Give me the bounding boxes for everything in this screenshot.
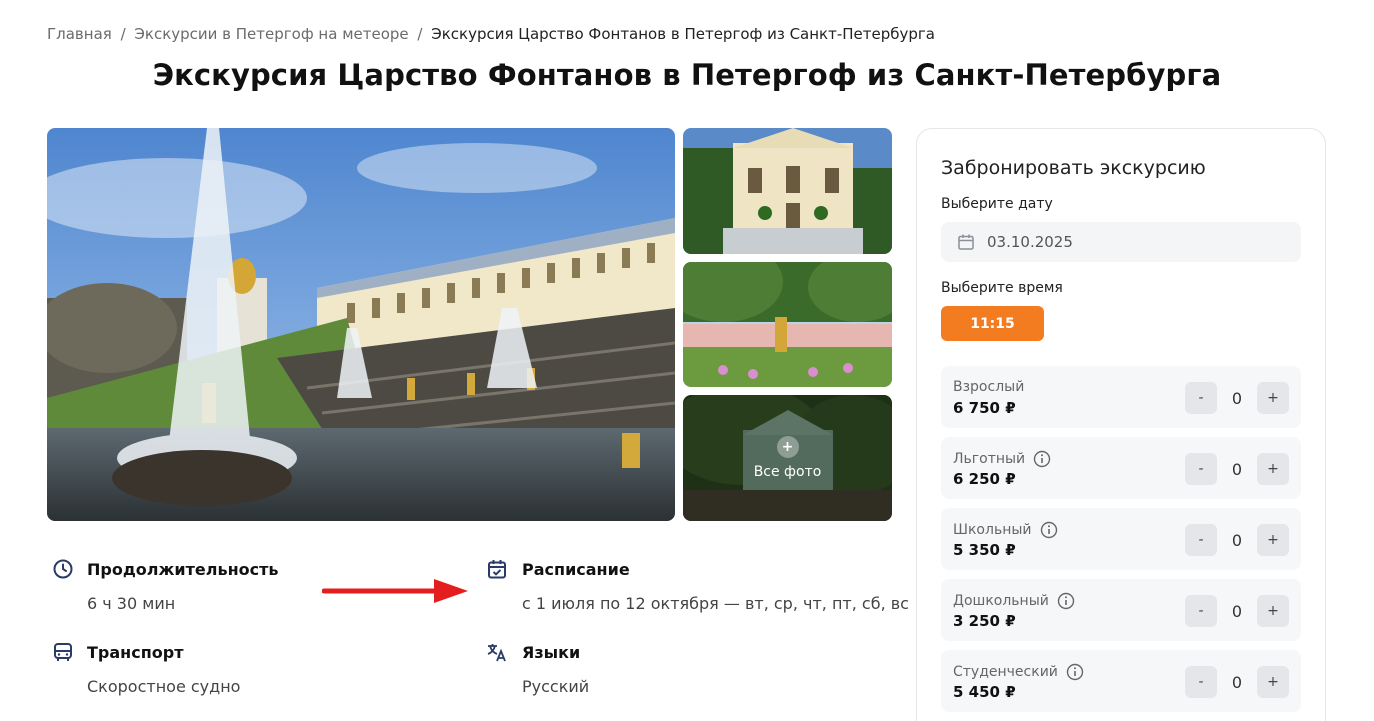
all-photos-overlay: + Все фото: [683, 395, 892, 521]
quantity-stepper: - 0 +: [1185, 453, 1289, 485]
schedule-title: Расписание: [522, 560, 630, 579]
booking-title: Забронировать экскурсию: [941, 157, 1206, 179]
ticket-price: 6 750 ₽: [953, 399, 1016, 417]
ticket-name: Студенческий: [953, 664, 1058, 680]
decrement-button[interactable]: -: [1185, 524, 1217, 556]
ticket-price: 5 450 ₽: [953, 683, 1016, 701]
languages-title: Языки: [522, 643, 581, 662]
gallery-main-photo[interactable]: [47, 128, 675, 521]
gallery-thumbnail[interactable]: [683, 128, 892, 254]
ticket-name: Взрослый: [953, 379, 1025, 395]
transport-title: Транспорт: [87, 643, 184, 662]
date-value: 03.10.2025: [987, 233, 1073, 251]
translate-icon: [487, 644, 506, 662]
bus-icon: [54, 643, 72, 661]
quantity-value: 0: [1231, 388, 1243, 408]
increment-button[interactable]: +: [1257, 382, 1289, 414]
breadcrumb: Главная / Экскурсии в Петергоф на метеор…: [47, 25, 935, 43]
decrement-button[interactable]: -: [1185, 453, 1217, 485]
transport-value: Скоростное судно: [87, 677, 241, 696]
gallery-thumbnail[interactable]: [683, 262, 892, 387]
info-icon[interactable]: [1033, 450, 1051, 468]
quantity-stepper: - 0 +: [1185, 524, 1289, 556]
ticket-price: 3 250 ₽: [953, 612, 1016, 630]
breadcrumb-separator: /: [120, 25, 126, 43]
time-slot-button[interactable]: 11:15: [941, 306, 1044, 341]
decrement-button[interactable]: -: [1185, 595, 1217, 627]
languages-value: Русский: [522, 677, 590, 696]
date-picker-field[interactable]: 03.10.2025: [941, 222, 1301, 262]
ticket-row-school: Школьный 5 350 ₽ - 0 +: [941, 508, 1301, 570]
breadcrumb-home-link[interactable]: Главная: [47, 25, 112, 43]
booking-panel: Забронировать экскурсию Выберите дату 03…: [916, 128, 1326, 721]
all-photos-button[interactable]: + Все фото: [683, 395, 892, 521]
increment-button[interactable]: +: [1257, 453, 1289, 485]
info-icon[interactable]: [1066, 663, 1084, 681]
quantity-stepper: - 0 +: [1185, 595, 1289, 627]
plus-icon: +: [776, 436, 799, 458]
ticket-row-preschool: Дошкольный 3 250 ₽ - 0 +: [941, 579, 1301, 641]
info-icon[interactable]: [1040, 521, 1058, 539]
quantity-stepper: - 0 +: [1185, 666, 1289, 698]
ticket-name: Дошкольный: [953, 593, 1049, 609]
duration-value: 6 ч 30 мин: [87, 594, 176, 613]
time-label: Выберите время: [941, 280, 1063, 296]
schedule-value: с 1 июля по 12 октября — вт, ср, чт, пт,…: [522, 594, 909, 613]
duration-title: Продолжительность: [87, 560, 279, 579]
date-label: Выберите дату: [941, 196, 1053, 212]
ticket-name: Школьный: [953, 522, 1032, 538]
calendar-check-icon: [488, 560, 506, 579]
increment-button[interactable]: +: [1257, 524, 1289, 556]
quantity-stepper: - 0 +: [1185, 382, 1289, 414]
quantity-value: 0: [1231, 672, 1243, 692]
breadcrumb-separator: /: [417, 25, 423, 43]
quantity-value: 0: [1231, 530, 1243, 550]
clock-icon: [53, 559, 73, 579]
all-photos-label: Все фото: [753, 464, 822, 480]
quantity-value: 0: [1231, 601, 1243, 621]
decrement-button[interactable]: -: [1185, 382, 1217, 414]
annotation-arrow-icon: [322, 579, 468, 603]
info-icon[interactable]: [1057, 592, 1075, 610]
calendar-icon: [958, 234, 974, 250]
ticket-price: 6 250 ₽: [953, 470, 1016, 488]
ticket-name: Льготный: [953, 451, 1026, 467]
quantity-value: 0: [1231, 459, 1243, 479]
ticket-row-adult: Взрослый 6 750 ₽ - 0 +: [941, 366, 1301, 428]
ticket-row-discount: Льготный 6 250 ₽ - 0 +: [941, 437, 1301, 499]
breadcrumb-category-link[interactable]: Экскурсии в Петергоф на метеоре: [134, 25, 408, 43]
decrement-button[interactable]: -: [1185, 666, 1217, 698]
ticket-price: 5 350 ₽: [953, 541, 1016, 559]
page-title: Экскурсия Царство Фонтанов в Петергоф из…: [152, 58, 1222, 92]
breadcrumb-current: Экскурсия Царство Фонтанов в Петергоф из…: [431, 25, 935, 43]
increment-button[interactable]: +: [1257, 595, 1289, 627]
increment-button[interactable]: +: [1257, 666, 1289, 698]
ticket-row-student: Студенческий 5 450 ₽ - 0 +: [941, 650, 1301, 712]
